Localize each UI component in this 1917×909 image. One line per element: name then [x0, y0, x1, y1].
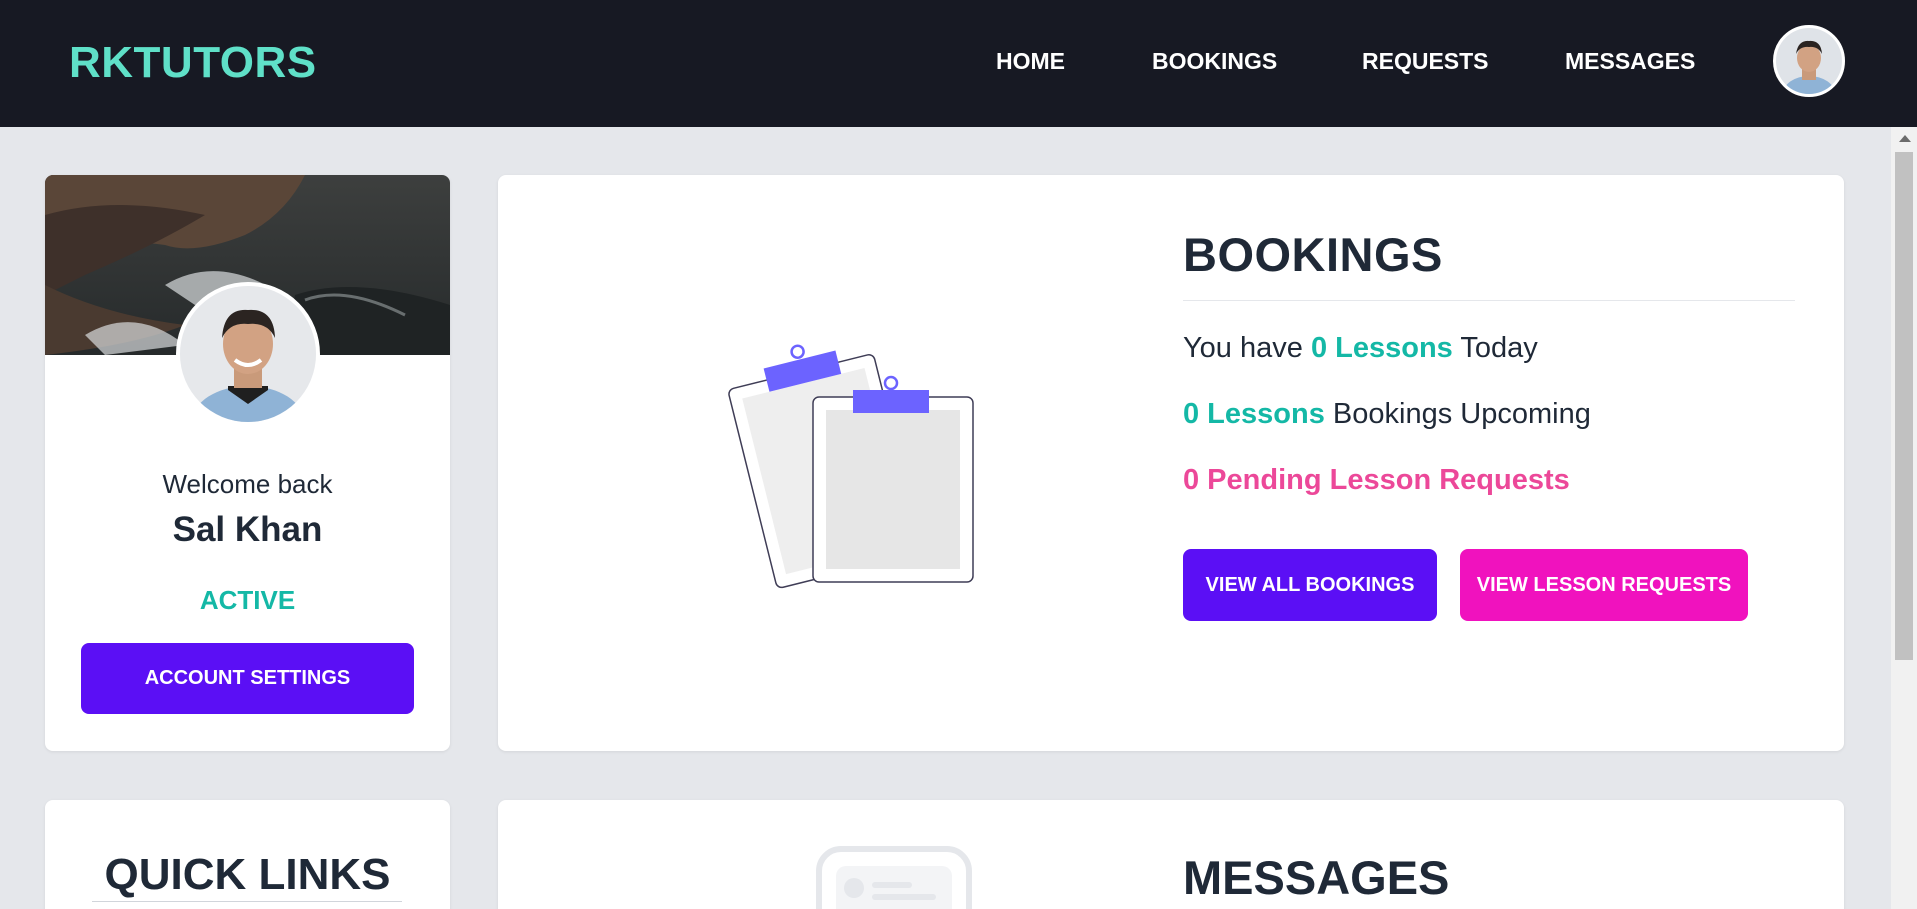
clipboard-illustration — [718, 325, 988, 605]
messages-illustration — [816, 846, 972, 909]
user-name: Sal Khan — [172, 510, 323, 549]
today-prefix: You have — [1183, 332, 1303, 364]
divider — [1183, 300, 1795, 301]
top-navbar: RKTUTORS HOME BOOKINGS REQUESTS MESSAGES — [0, 0, 1917, 127]
quick-links-card: QUICK LINKS — [45, 800, 450, 909]
view-lesson-requests-button[interactable]: VIEW LESSON REQUESTS — [1460, 549, 1748, 621]
quick-links-title: QUICK LINKS — [104, 850, 391, 899]
nav-link-requests[interactable]: REQUESTS — [1362, 48, 1489, 75]
phone-message-icon — [816, 846, 972, 909]
account-settings-button[interactable]: ACCOUNT SETTINGS — [81, 643, 414, 714]
person-avatar-icon — [180, 286, 316, 422]
today-suffix: Today — [1460, 332, 1538, 364]
scrollbar-thumb[interactable] — [1895, 152, 1913, 660]
user-avatar-menu[interactable] — [1773, 25, 1845, 97]
profile-card: Welcome back Sal Khan ACTIVE ACCOUNT SET… — [45, 175, 450, 751]
pending-requests-text: 0 Pending Lesson Requests — [1183, 464, 1570, 496]
upcoming-bookings-text: 0 Lessons Bookings Upcoming — [1183, 398, 1591, 431]
nav-link-home[interactable]: HOME — [996, 48, 1065, 75]
status-badge: ACTIVE — [199, 585, 296, 615]
today-count: 0 Lessons — [1310, 332, 1453, 364]
messages-card: MESSAGES — [498, 800, 1844, 909]
nav-link-bookings[interactable]: BOOKINGS — [1152, 48, 1277, 75]
nav-link-messages[interactable]: MESSAGES — [1565, 48, 1695, 75]
upcoming-count: 0 Lessons — [1183, 398, 1325, 430]
welcome-text: Welcome back — [162, 469, 333, 499]
brand-logo[interactable]: RKTUTORS — [69, 38, 317, 88]
upcoming-suffix: Bookings Upcoming — [1332, 398, 1591, 430]
messages-title: MESSAGES — [1183, 851, 1450, 904]
divider — [92, 901, 402, 902]
clipboard-icon — [728, 344, 974, 589]
lessons-today-text: You have 0 Lessons Today — [1183, 332, 1538, 365]
view-all-bookings-button[interactable]: VIEW ALL BOOKINGS — [1183, 549, 1437, 621]
page-scrollbar[interactable] — [1891, 127, 1917, 909]
profile-avatar — [176, 282, 320, 426]
bookings-card: BOOKINGS You have 0 Lessons Today 0 Less… — [498, 175, 1844, 751]
bookings-title: BOOKINGS — [1183, 228, 1443, 281]
scroll-up-arrow-icon[interactable] — [1899, 135, 1911, 142]
person-avatar-icon — [1776, 28, 1842, 94]
